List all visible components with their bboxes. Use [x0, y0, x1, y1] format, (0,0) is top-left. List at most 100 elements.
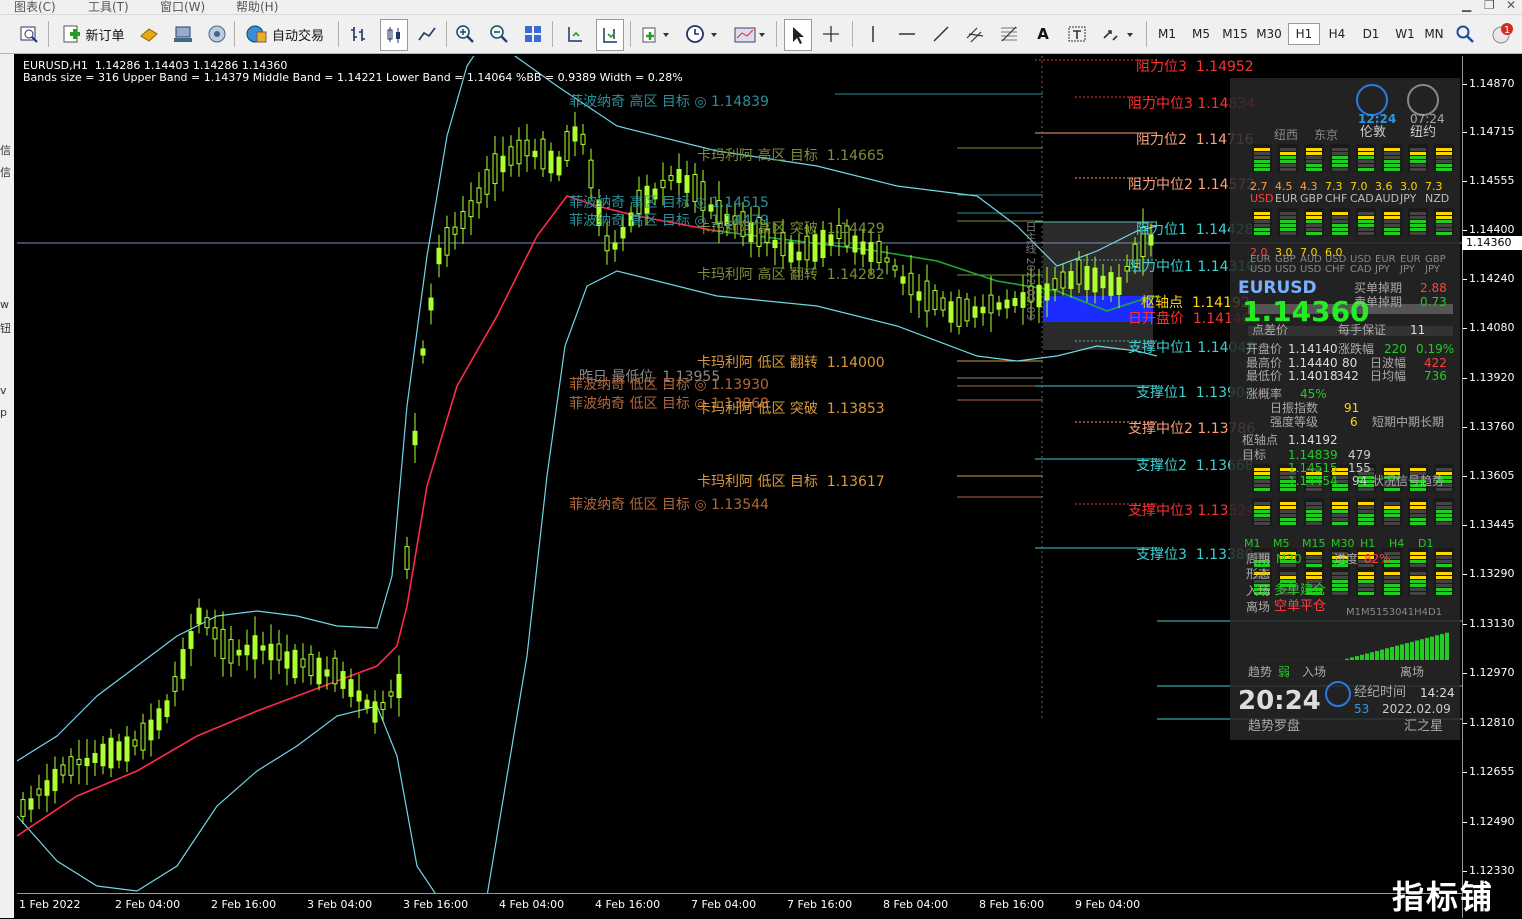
- buy-swap-label: 买单掉期: [1354, 281, 1403, 295]
- templates-icon[interactable]: [730, 19, 770, 49]
- zoom-chart-icon[interactable]: [16, 19, 42, 49]
- meter-cell: [1280, 232, 1296, 235]
- indicators-icon[interactable]: [638, 19, 674, 49]
- candle-body: [932, 290, 938, 310]
- minimize-icon[interactable]: ▁: [1462, 0, 1471, 12]
- text-icon[interactable]: A: [1030, 19, 1056, 49]
- meter-cell: [1384, 572, 1400, 575]
- panel-timeframe-label: M5: [1273, 537, 1290, 550]
- equidistant-channel-icon[interactable]: [962, 19, 988, 49]
- candle-body: [132, 739, 138, 747]
- meter-cell: [1280, 224, 1296, 227]
- time-axis[interactable]: 1 Feb 2022 2 Feb 04:00 2 Feb 16:00 3 Feb 04…: [17, 893, 1462, 919]
- target1-value: 1.14839: [1288, 448, 1338, 462]
- restore-icon[interactable]: ❐: [1484, 0, 1495, 12]
- zoom-in-icon[interactable]: [452, 19, 478, 49]
- menu-tools[interactable]: 工具(T): [88, 0, 129, 15]
- meter-cell: [1384, 576, 1400, 579]
- candle-body: [68, 756, 74, 776]
- timeframe-m15[interactable]: M15: [1220, 23, 1250, 45]
- horizontal-line-icon[interactable]: [894, 19, 920, 49]
- timeframe-m5[interactable]: M5: [1186, 23, 1216, 45]
- high-label: 最高价: [1246, 356, 1283, 370]
- meter-cell: [1384, 588, 1400, 591]
- trend-label: 趋势: [1248, 665, 1273, 679]
- currency-label: EUR: [1275, 192, 1298, 205]
- terminal-icon[interactable]: [170, 19, 196, 49]
- meter-cell: [1436, 560, 1452, 563]
- trend-bar: [1315, 659, 1319, 660]
- entry-label: 入场: [1246, 584, 1271, 598]
- candle-body: [84, 757, 90, 767]
- notification-icon[interactable]: 1: [1488, 19, 1518, 49]
- meter-cell: [1410, 556, 1426, 559]
- zoom-out-icon[interactable]: [486, 19, 512, 49]
- price-axis[interactable]: 1.14870 1.14715 1.14555 1.14400 1.14240 1.140…: [1462, 56, 1522, 918]
- timeframe-mn[interactable]: MN: [1422, 23, 1446, 45]
- candle-body: [212, 627, 218, 640]
- autoscroll-icon[interactable]: [596, 19, 624, 51]
- high-value: 1.14440: [1288, 356, 1338, 370]
- crosshair-icon[interactable]: [818, 19, 844, 49]
- timeframe-m30[interactable]: M30: [1254, 23, 1284, 45]
- text-label-icon[interactable]: [1064, 19, 1090, 49]
- candle-chart-icon[interactable]: [380, 19, 408, 51]
- clock-seconds: 53: [1354, 702, 1370, 716]
- timeframe-h1[interactable]: H1: [1288, 23, 1320, 45]
- close-icon[interactable]: ✕: [1506, 0, 1516, 12]
- meter-cell: [1358, 156, 1374, 159]
- meter-cell: [1254, 152, 1270, 155]
- meter-cell: [1358, 506, 1374, 509]
- timeframe-h4[interactable]: H4: [1322, 23, 1352, 45]
- auto-trade-button[interactable]: 自动交易: [238, 19, 332, 49]
- currency-label: USD: [1250, 264, 1272, 275]
- newyork-time: 07:24: [1410, 112, 1445, 126]
- watermark: 指标铺: [1392, 878, 1495, 916]
- new-order-button[interactable]: 新订单: [54, 19, 132, 49]
- candle-body: [92, 753, 98, 763]
- meter-cell: [1410, 576, 1426, 579]
- fibonacci-icon[interactable]: [996, 19, 1022, 49]
- cursor-icon[interactable]: [784, 19, 812, 51]
- oscillator-label: 日振指数: [1270, 401, 1319, 415]
- meter-cell: [1358, 152, 1374, 155]
- menu-window[interactable]: 窗口(W): [160, 0, 205, 15]
- vertical-line-icon[interactable]: [860, 19, 886, 49]
- footer-right: 汇之星: [1404, 719, 1444, 734]
- menu-help[interactable]: 帮助(H): [236, 0, 278, 15]
- line-chart-icon[interactable]: [414, 19, 440, 49]
- meter-cell: [1436, 592, 1452, 595]
- search-icon[interactable]: [1452, 19, 1478, 49]
- timeframe-d1[interactable]: D1: [1356, 23, 1386, 45]
- chart-shift-icon[interactable]: [562, 19, 588, 49]
- meter-cell: [1384, 228, 1400, 231]
- signal-icon[interactable]: [204, 19, 230, 49]
- candle-body: [180, 649, 186, 679]
- bar-chart-icon[interactable]: [346, 19, 372, 49]
- meter-cell: [1254, 216, 1270, 219]
- candle-body: [796, 251, 802, 261]
- target2-value: 1.14515: [1288, 461, 1338, 475]
- meter-cell: [1332, 588, 1348, 591]
- meter-cell: [1410, 514, 1426, 517]
- camarilla-level: 卡玛利阿 低区 目标 1.13617: [697, 474, 885, 490]
- meter-cell: [1436, 522, 1452, 525]
- meter-cell: [1384, 220, 1400, 223]
- meter-cell: [1306, 488, 1322, 491]
- menu-chart[interactable]: 图表(C): [14, 0, 56, 15]
- time-tick-label: 9 Feb 04:00: [1075, 898, 1141, 911]
- trend-bar: [1405, 643, 1409, 660]
- tile-windows-icon[interactable]: [520, 19, 546, 49]
- meter-cell: [1358, 212, 1374, 215]
- arrows-icon[interactable]: [1098, 19, 1138, 49]
- price-tick-label: 1.12970: [1469, 666, 1515, 679]
- trendline-icon[interactable]: [928, 19, 954, 49]
- timeframe-m1[interactable]: M1: [1152, 23, 1182, 45]
- meter-cell: [1280, 168, 1296, 171]
- panel-timeframe-label: H1: [1360, 537, 1376, 550]
- periods-icon[interactable]: [682, 19, 722, 49]
- meter-cell: [1332, 168, 1348, 171]
- meter-cell: [1254, 220, 1270, 223]
- gold-icon[interactable]: [136, 19, 162, 49]
- timeframe-w1[interactable]: W1: [1390, 23, 1420, 45]
